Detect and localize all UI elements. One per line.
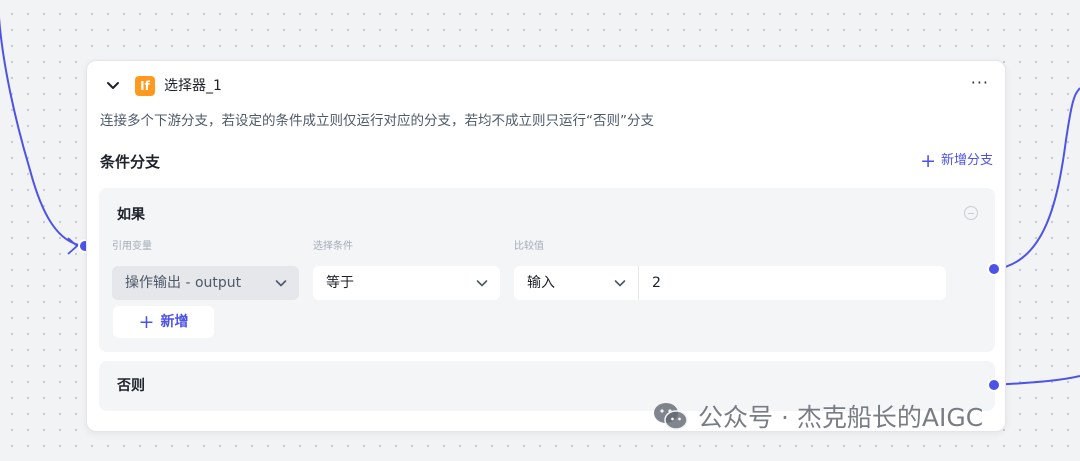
watermark: 公众号 · 杰克船长的AIGC: [652, 398, 983, 434]
plus-icon: +: [920, 150, 936, 172]
value-type-select-value: 输入: [527, 275, 555, 291]
incoming-wire-arrow: [67, 237, 79, 255]
if-node-badge: If: [135, 76, 155, 96]
minus-circle-icon[interactable]: [964, 206, 978, 220]
condition-label: 选择条件: [313, 241, 353, 252]
chevron-down-icon: [476, 280, 488, 287]
variable-select[interactable]: 操作输出 - output: [112, 266, 299, 300]
more-icon[interactable]: ···: [971, 73, 989, 92]
compare-value-input[interactable]: 2: [639, 266, 946, 300]
if-branch-title: 如果: [117, 207, 145, 223]
compare-value-text: 2: [652, 275, 661, 291]
else-branch-wire: [995, 375, 1080, 386]
if-branch-wire: [995, 87, 1080, 270]
else-output-port[interactable]: [987, 378, 1001, 392]
add-condition-button[interactable]: + 新增: [113, 306, 214, 338]
node-description: 连接多个下游分支，若设定的条件成立则仅运行对应的分支，若均不成立则只运行“否则”…: [100, 113, 654, 129]
variable-select-value: 操作输出 - output: [125, 275, 242, 291]
add-condition-label: 新增: [160, 314, 189, 330]
if-output-port[interactable]: [987, 262, 1001, 276]
else-branch-title: 否则: [117, 378, 145, 394]
selector-node-card[interactable]: If 选择器_1 ··· 连接多个下游分支，若设定的条件成立则仅运行对应的分支，…: [86, 60, 1006, 432]
value-type-select[interactable]: 输入: [514, 266, 638, 300]
chevron-down-icon[interactable]: [105, 77, 121, 93]
condition-select-value: 等于: [326, 275, 354, 291]
chevron-down-icon: [275, 280, 287, 287]
condition-select[interactable]: 等于: [313, 266, 500, 300]
watermark-text: 公众号 · 杰克船长的AIGC: [698, 403, 984, 432]
chevron-down-icon: [614, 280, 626, 287]
plus-icon: +: [138, 311, 155, 333]
variable-label: 引用变量: [112, 241, 152, 252]
compare-label: 比较值: [514, 241, 544, 252]
wechat-icon: [654, 403, 688, 430]
if-branch-panel: 如果 引用变量 选择条件 比较值 操作输出 - output 等于 输入 2 +…: [99, 188, 995, 352]
section-title: 条件分支: [100, 153, 161, 171]
add-branch-label: 新增分支: [940, 153, 993, 168]
incoming-wire: [0, 16, 85, 247]
node-title[interactable]: 选择器_1: [164, 76, 222, 96]
add-branch-button[interactable]: + 新增分支: [920, 151, 993, 171]
